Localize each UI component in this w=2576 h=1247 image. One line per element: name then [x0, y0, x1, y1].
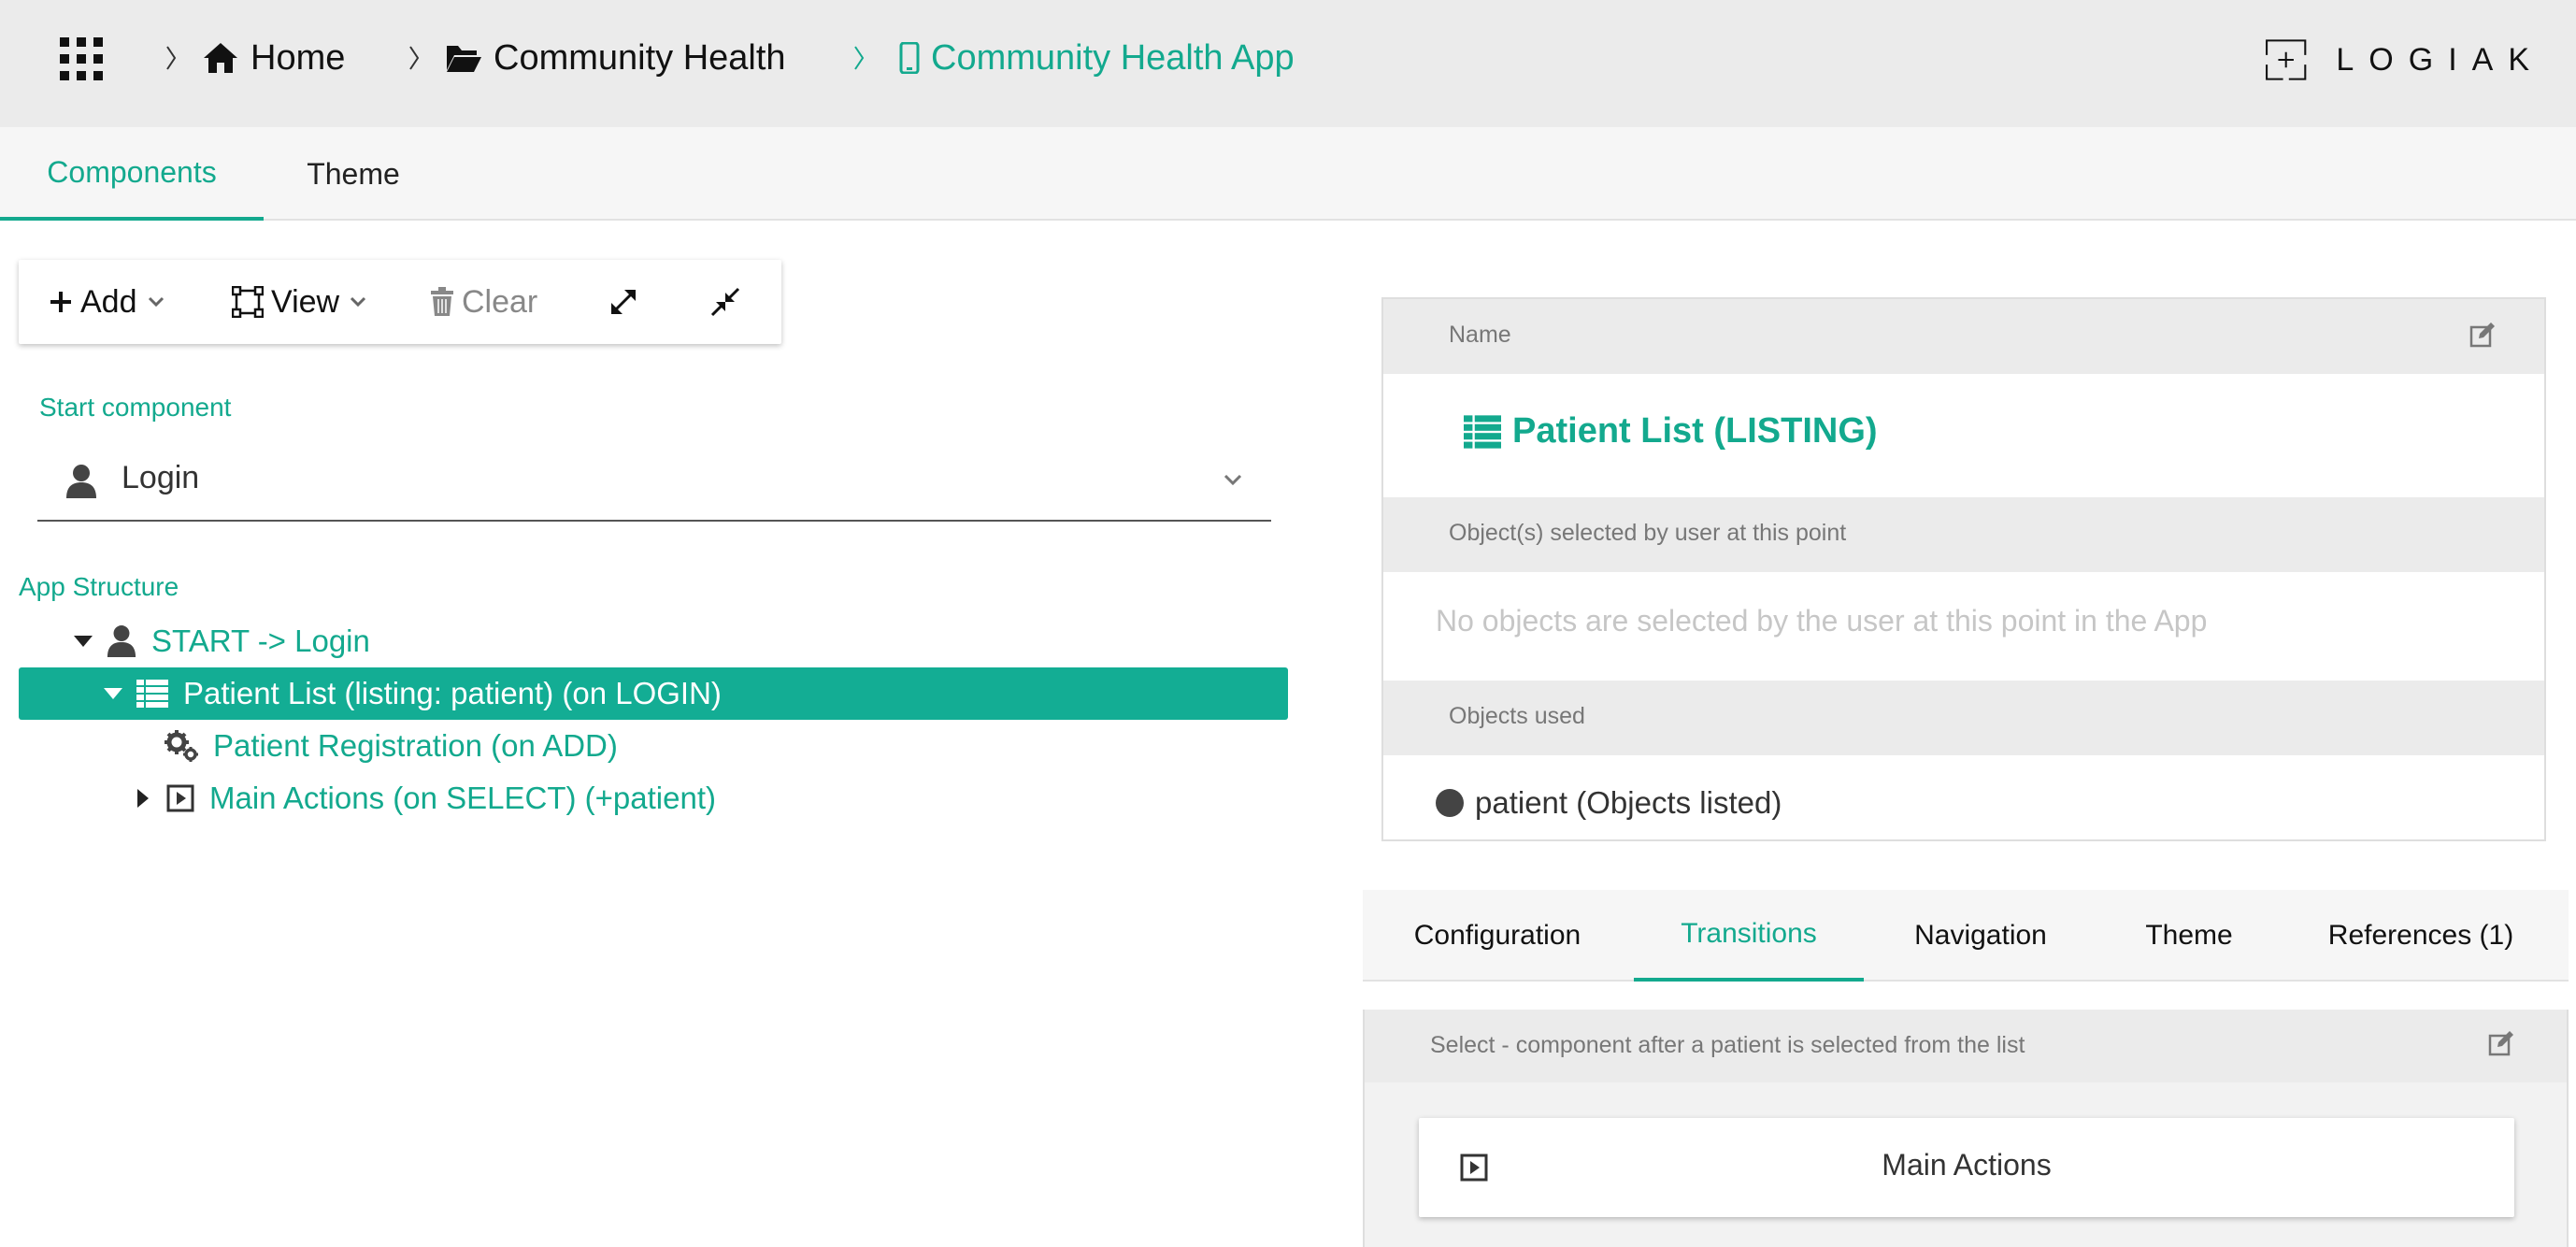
clear-label: Clear [462, 283, 538, 320]
plus-icon [50, 292, 71, 312]
tree-item-main-actions[interactable]: Main Actions (on SELECT) (+patient) [131, 772, 716, 824]
chevron-down-icon [1224, 474, 1242, 486]
breadcrumb-label: Community Health App [931, 37, 1295, 78]
compress-arrows-icon [710, 287, 740, 317]
play-square-icon [166, 784, 194, 812]
cogs-icon [165, 730, 198, 762]
transition-target-card[interactable]: Main Actions [1419, 1118, 2514, 1217]
name-header: Name [1383, 299, 2544, 374]
tab-transitions[interactable]: Transitions [1634, 890, 1864, 982]
caret-right-icon[interactable] [131, 786, 155, 810]
apps-grid-icon[interactable] [60, 37, 103, 80]
list-icon [136, 680, 168, 708]
component-details-panel: Name Patient List (LISTING) Object(s) se… [1381, 297, 2546, 841]
component-name: Patient List (LISTING) [1464, 411, 1878, 452]
tree-item-label: Patient List (listing: patient) (on LOGI… [183, 676, 722, 710]
top-tabs: Components Theme [0, 127, 2576, 221]
tab-references[interactable]: References (1) [2281, 890, 2561, 982]
logo-mark-icon [2266, 39, 2307, 80]
clear-button[interactable]: Clear [430, 260, 537, 344]
tree-item-label: START -> Login [151, 624, 370, 658]
tree-item-start-login[interactable]: START -> Login [71, 615, 370, 667]
add-label: Add [80, 283, 137, 320]
expand-all-button[interactable] [608, 260, 639, 344]
list-icon [1464, 414, 1501, 449]
top-bar: Home Community Health Community Health A… [0, 0, 2576, 127]
breadcrumb-community-health-app[interactable]: Community Health App [899, 34, 1295, 82]
trash-icon [431, 287, 453, 316]
name-label: Name [1449, 322, 1511, 348]
view-label: View [271, 283, 340, 320]
selected-objects-header: Object(s) selected by user at this point [1383, 497, 2544, 572]
tree-item-patient-list[interactable]: Patient List (listing: patient) (on LOGI… [19, 667, 1288, 720]
transitions-panel: Select - component after a patient is se… [1363, 1010, 2569, 1247]
selected-objects-empty: No objects are selected by the user at t… [1436, 604, 2208, 638]
logiak-logo: LOGIAK [2264, 17, 2544, 103]
caret-down-icon[interactable] [101, 681, 125, 706]
select-transition-label: Select - component after a patient is se… [1430, 1032, 2025, 1058]
vector-square-icon [232, 286, 264, 318]
logo-text: LOGIAK [2336, 41, 2544, 78]
home-icon [204, 43, 237, 73]
tab-theme[interactable]: Theme [264, 127, 443, 221]
chevron-down-icon [148, 296, 164, 308]
chevron-right-icon [854, 46, 865, 70]
start-component-select[interactable]: Login [37, 445, 1271, 522]
chevron-down-icon [351, 296, 366, 308]
expand-arrows-icon [611, 290, 636, 314]
tab-components[interactable]: Components [0, 127, 264, 221]
tree-item-patient-registration[interactable]: Patient Registration (on ADD) [165, 720, 618, 772]
start-component-label: Start component [39, 393, 232, 422]
objects-used-label: Objects used [1449, 703, 1585, 729]
breadcrumb-community-health[interactable]: Community Health [445, 34, 786, 82]
detail-tabs: Configuration Transitions Navigation The… [1363, 890, 2569, 982]
tab-theme[interactable]: Theme [2097, 890, 2281, 982]
chevron-right-icon [409, 46, 420, 70]
tree-item-label: Patient Registration (on ADD) [213, 728, 618, 763]
component-toolbar: Add View Clear [19, 260, 781, 344]
collapse-all-button[interactable] [708, 260, 742, 344]
breadcrumb-label: Community Health [494, 37, 786, 78]
breadcrumb-label: Home [250, 37, 346, 78]
view-button[interactable]: View [232, 260, 367, 344]
edit-icon[interactable] [2469, 322, 2496, 348]
user-icon [66, 465, 96, 498]
select-transition-header: Select - component after a patient is se… [1365, 1010, 2567, 1082]
add-button[interactable]: Add [49, 260, 165, 344]
objects-used-header: Objects used [1383, 681, 2544, 755]
user-icon [107, 625, 136, 657]
component-name-value: Patient List (LISTING) [1512, 411, 1878, 451]
circle-icon [1436, 789, 1464, 817]
breadcrumb-home[interactable]: Home [202, 34, 345, 82]
selected-objects-label: Object(s) selected by user at this point [1449, 520, 1847, 546]
tab-configuration[interactable]: Configuration [1363, 890, 1632, 982]
folder-open-icon [447, 46, 481, 72]
edit-icon[interactable] [2488, 1030, 2514, 1056]
tree-item-label: Main Actions (on SELECT) (+patient) [209, 781, 716, 815]
object-used-item: patient (Objects listed) [1436, 785, 1782, 821]
caret-down-icon[interactable] [71, 629, 95, 653]
mobile-icon [899, 42, 920, 74]
tab-navigation[interactable]: Navigation [1864, 890, 2097, 982]
start-component-value: Login [122, 460, 200, 495]
app-structure-label: App Structure [19, 572, 179, 601]
chevron-right-icon [166, 46, 177, 70]
object-used-label: patient (Objects listed) [1475, 785, 1782, 820]
transition-target-label: Main Actions [1882, 1148, 2052, 1182]
